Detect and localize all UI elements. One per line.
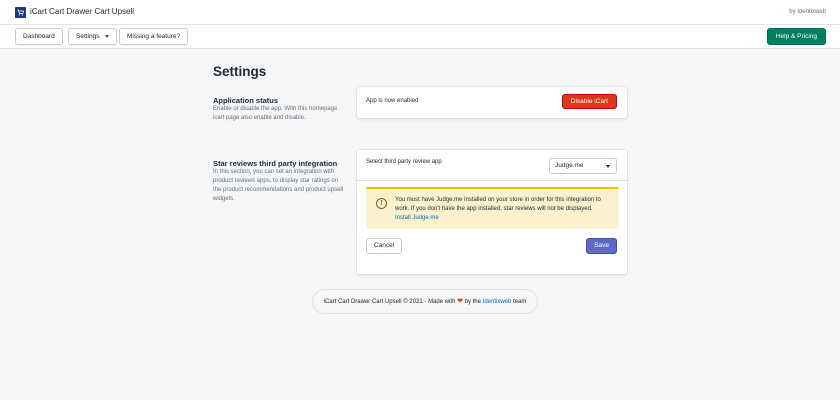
card-divider	[357, 180, 627, 181]
app-status-text: App is now enabled	[366, 98, 419, 104]
footer-suffix: team	[513, 299, 527, 305]
help-pricing-label: Help & Pricing	[775, 33, 817, 40]
missing-feature-button[interactable]: Missing a feature?	[119, 28, 189, 45]
save-label: Save	[594, 242, 609, 249]
review-app-select-label: Select third party review app	[366, 159, 442, 165]
selected-review-app: Judge.me	[555, 162, 584, 169]
reviews-description: In this section, you can set an integrat…	[213, 169, 344, 202]
app-header: iCart Cart Drawer Cart Upsell by Identix…	[0, 0, 840, 25]
dashboard-label: Dashboard	[23, 33, 55, 40]
footer-by-the: by the	[464, 299, 481, 305]
heart-icon: ❤	[457, 298, 463, 305]
disable-icart-label: Disable iCart	[570, 98, 608, 105]
cancel-label: Cancel	[374, 242, 395, 249]
page-title: Settings	[213, 64, 267, 79]
identixweb-link[interactable]: Identixweb	[483, 299, 512, 305]
chevron-down-icon	[606, 165, 610, 168]
install-judgeme-link[interactable]: Install Judge.me	[395, 215, 439, 221]
reviews-card: Select third party review app Judge.me !…	[357, 150, 627, 274]
missing-feature-label: Missing a feature?	[127, 33, 181, 40]
app-status-description: Enable or disable the app. With this hom…	[213, 106, 338, 121]
settings-label: Settings	[76, 33, 100, 40]
reviews-title: Star reviews third party integration	[213, 159, 338, 168]
app-status-card: App is now enabled Disable iCart	[357, 87, 627, 118]
app-logo-icon	[15, 7, 26, 18]
review-app-select[interactable]: Judge.me	[549, 158, 617, 174]
app-author: by Identixweb	[789, 9, 826, 15]
help-pricing-button[interactable]: Help & Pricing	[766, 28, 826, 45]
app-status-title: Application status	[213, 96, 279, 105]
warning-message: You must have Judge.me installed on your…	[395, 196, 610, 223]
warning-text: You must have Judge.me installed on your…	[395, 197, 601, 212]
footer-prefix: iCart Cart Drawer Cart Upsell © 2021 - M…	[323, 299, 456, 305]
dashboard-button[interactable]: Dashboard	[15, 28, 63, 45]
save-button[interactable]: Save	[586, 238, 617, 254]
nav-bar: Dashboard Settings Missing a feature? He…	[0, 25, 840, 49]
cancel-button[interactable]: Cancel	[366, 238, 403, 254]
footer: iCart Cart Drawer Cart Upsell © 2021 - M…	[312, 289, 538, 314]
app-name: iCart Cart Drawer Cart Upsell	[30, 7, 135, 16]
settings-menu-button[interactable]: Settings	[68, 28, 117, 45]
warning-icon: !	[376, 198, 387, 209]
warning-banner: ! You must have Judge.me installed on yo…	[366, 187, 619, 229]
chevron-down-icon	[104, 34, 109, 38]
disable-icart-button[interactable]: Disable iCart	[561, 94, 617, 109]
